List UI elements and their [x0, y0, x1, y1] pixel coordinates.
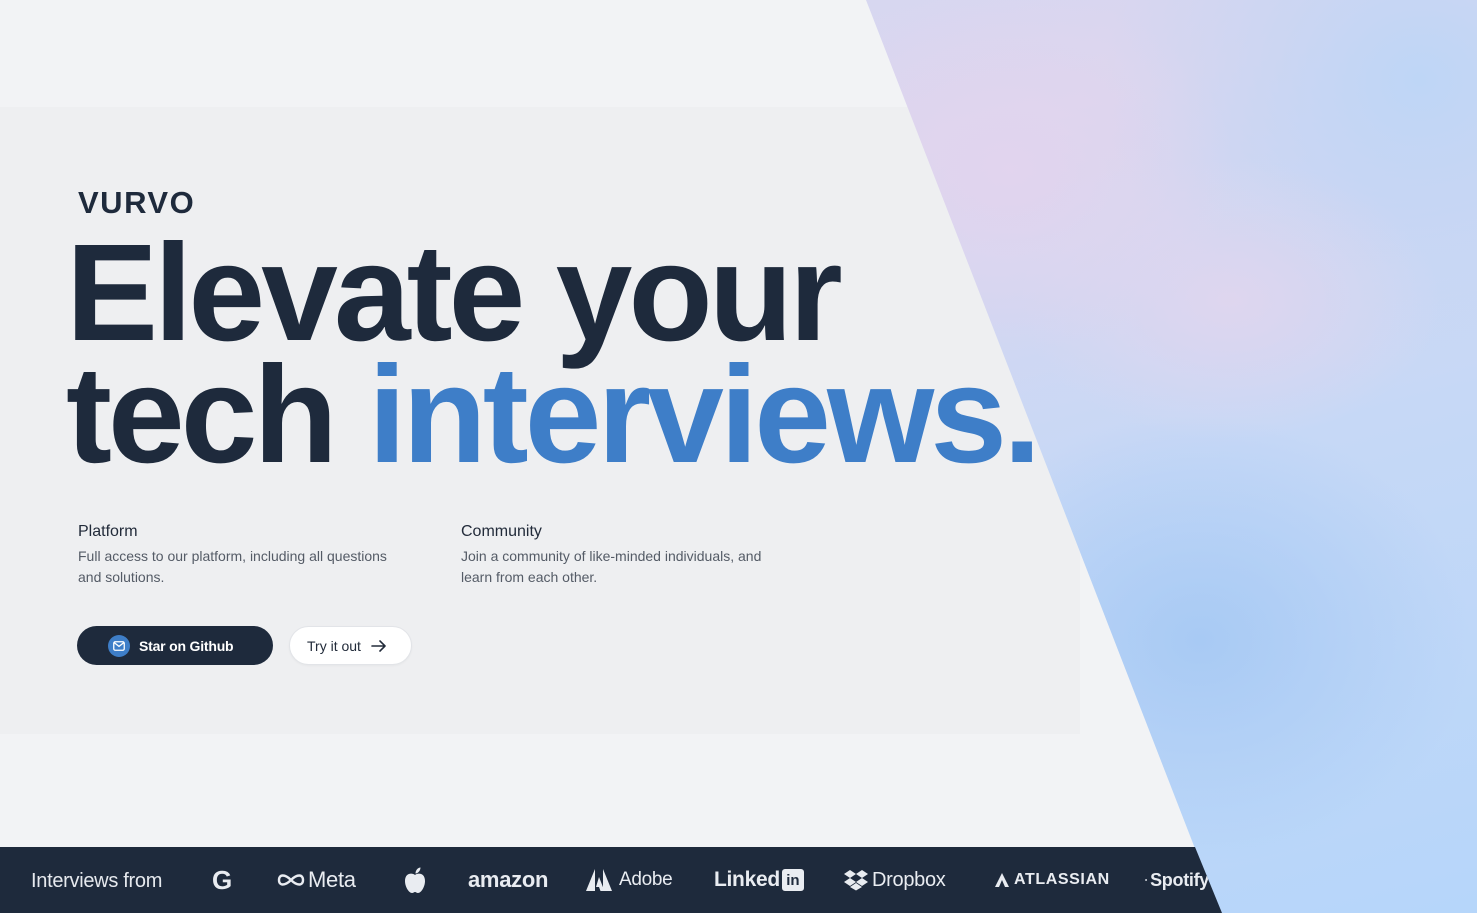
- spotify-icon: [1145, 878, 1148, 882]
- hero-headline: Elevate your tech interviews.: [66, 216, 1041, 484]
- spotify-logo: Spotify: [1145, 863, 1209, 897]
- google-logo-text: G: [212, 864, 232, 895]
- feature-platform-description: Full access to our platform, including a…: [78, 546, 438, 588]
- adobe-logo-text: Adobe: [619, 869, 673, 890]
- headline-plain-text: tech: [66, 338, 369, 492]
- feature-platform-title: Platform: [78, 523, 138, 540]
- google-logo: G: [212, 863, 232, 897]
- meta-infinity-icon: [277, 874, 305, 886]
- feature-community-title: Community: [461, 523, 542, 540]
- atlassian-logo-text: ATLASSIAN: [1014, 871, 1110, 888]
- atlassian-icon: [995, 873, 1009, 887]
- meta-logo-text: Meta: [308, 867, 356, 892]
- linkedin-logo: Linked in: [714, 863, 804, 897]
- mail-icon: [108, 634, 130, 657]
- adobe-logo: Adobe: [585, 863, 673, 897]
- star-on-github-button[interactable]: Star on Github: [77, 626, 273, 665]
- meta-logo: Meta: [276, 863, 356, 897]
- feature-platform-line-2: and solutions.: [78, 569, 165, 585]
- headline-accent-text: interviews.: [368, 338, 1041, 492]
- feature-community-line-2: learn from each other.: [461, 569, 598, 585]
- arrow-right-icon: [371, 639, 387, 652]
- feature-community: Community Join a community of like-minde…: [461, 522, 821, 588]
- apple-icon: [405, 867, 425, 893]
- feature-platform-line-1: Full access to our platform, including a…: [78, 548, 387, 564]
- amazon-logo: amazon: [468, 863, 548, 897]
- headline-line-1: Elevate your: [66, 216, 843, 370]
- headline-line-2: tech interviews.: [66, 346, 1041, 484]
- try-it-out-label: Try it out: [307, 637, 361, 654]
- try-it-out-button[interactable]: Try it out: [289, 626, 412, 665]
- dropbox-icon: [844, 870, 868, 891]
- dropbox-logo-text: Dropbox: [872, 868, 946, 891]
- spotify-logo-text: Spotify: [1150, 869, 1209, 890]
- star-on-github-label: Star on Github: [139, 637, 234, 654]
- feature-community-description: Join a community of like-minded individu…: [461, 546, 821, 588]
- linkedin-badge: in: [781, 869, 804, 891]
- dropbox-logo: Dropbox: [843, 863, 946, 897]
- apple-logo: [403, 863, 427, 897]
- logo-bar-label: Interviews from: [31, 870, 163, 892]
- atlassian-logo: ATLASSIAN: [994, 863, 1110, 897]
- adobe-icon: [586, 869, 612, 891]
- brand-wordmark: VURVO: [78, 185, 196, 220]
- feature-platform: Platform Full access to our platform, in…: [78, 522, 438, 588]
- landing-page: VURVO Elevate your tech interviews. Plat…: [0, 0, 1477, 913]
- feature-community-line-1: Join a community of like-minded individu…: [461, 548, 762, 564]
- amazon-logo-text: amazon: [468, 867, 549, 892]
- linkedin-logo-text: Linked: [714, 868, 780, 891]
